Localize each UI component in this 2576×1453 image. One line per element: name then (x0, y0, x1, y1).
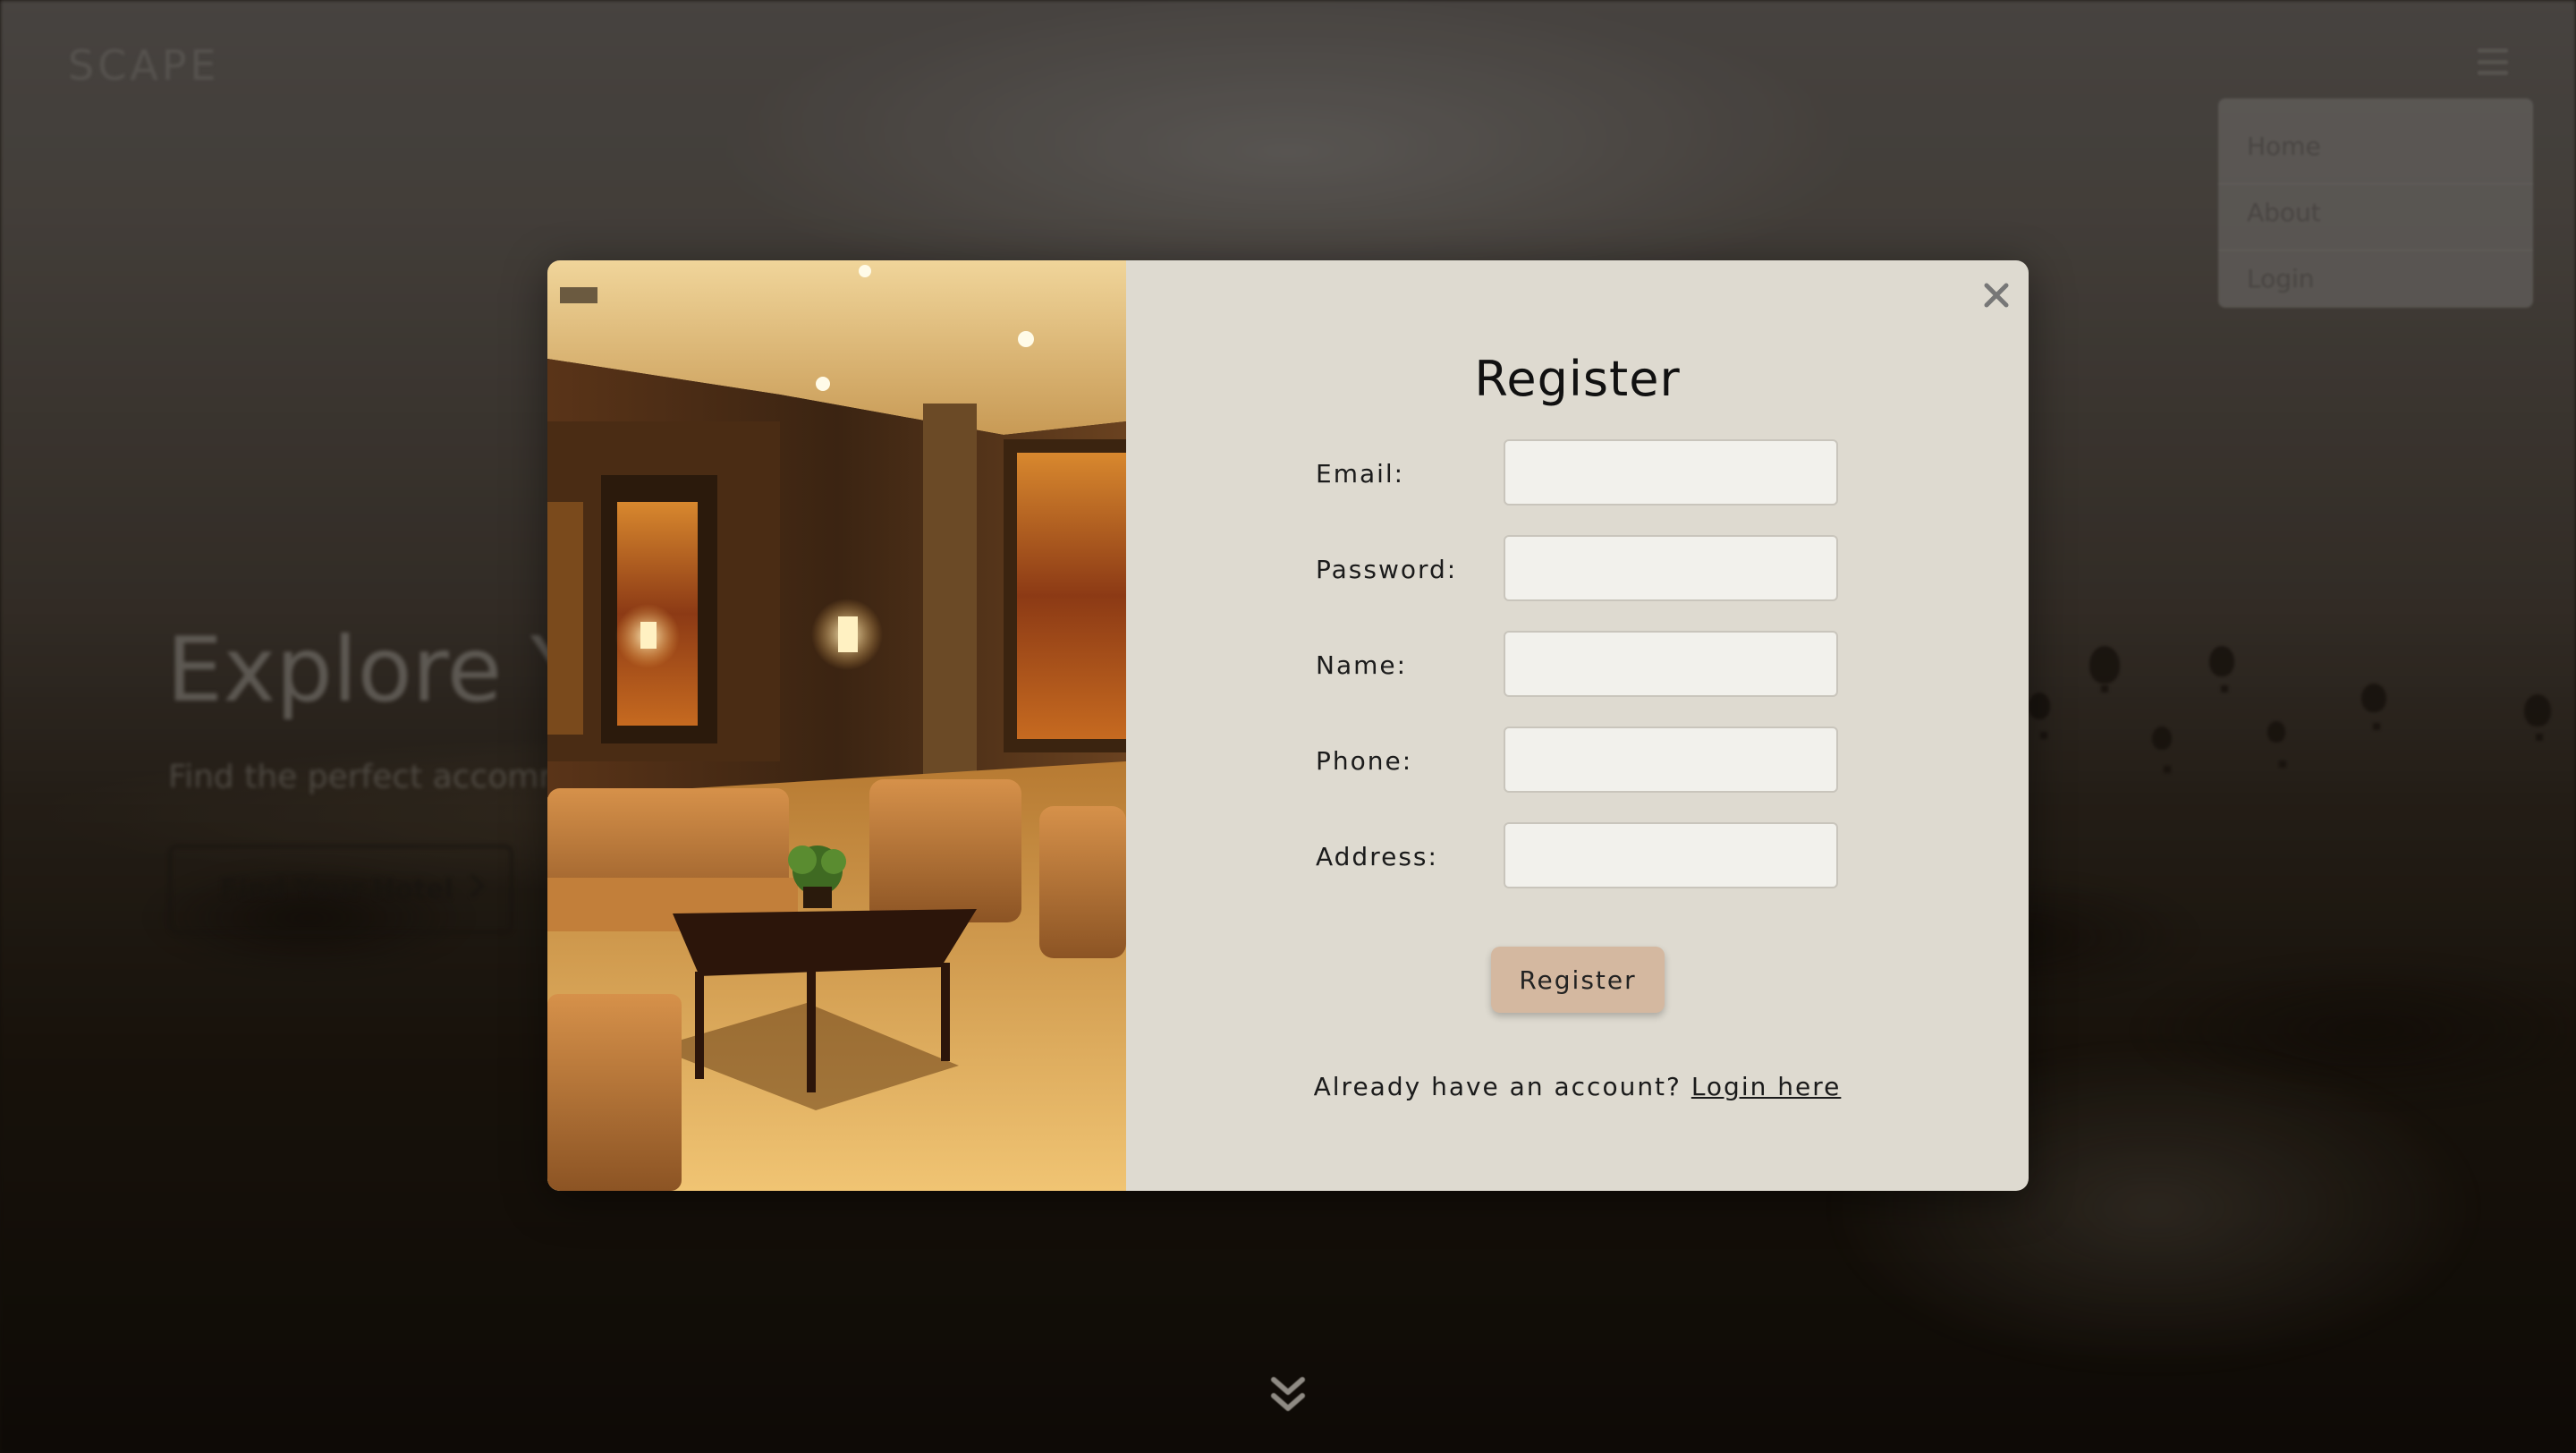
address-label: Address: (1316, 842, 1438, 871)
address-row: Address: (1316, 822, 1870, 888)
address-field[interactable] (1504, 822, 1838, 888)
password-row: Password: (1316, 535, 1870, 601)
name-row: Name: (1316, 631, 1870, 697)
email-field[interactable] (1504, 439, 1838, 506)
password-field[interactable] (1504, 535, 1838, 601)
close-icon[interactable] (1979, 277, 2014, 313)
name-field[interactable] (1504, 631, 1838, 697)
phone-field[interactable] (1504, 726, 1838, 793)
phone-label: Phone: (1316, 746, 1413, 776)
hotel-lobby-photo (547, 260, 1126, 1191)
email-row: Email: (1316, 439, 1870, 506)
password-label: Password: (1316, 555, 1458, 584)
login-prompt: Already have an account? Login here (1126, 1072, 2029, 1101)
register-button[interactable]: Register (1491, 947, 1665, 1013)
login-prompt-text: Already have an account? (1313, 1072, 1682, 1101)
name-label: Name: (1316, 650, 1408, 680)
form-title: Register (1474, 351, 1681, 407)
email-label: Email: (1316, 459, 1405, 489)
login-link[interactable]: Login here (1691, 1072, 1842, 1101)
phone-row: Phone: (1316, 726, 1870, 793)
